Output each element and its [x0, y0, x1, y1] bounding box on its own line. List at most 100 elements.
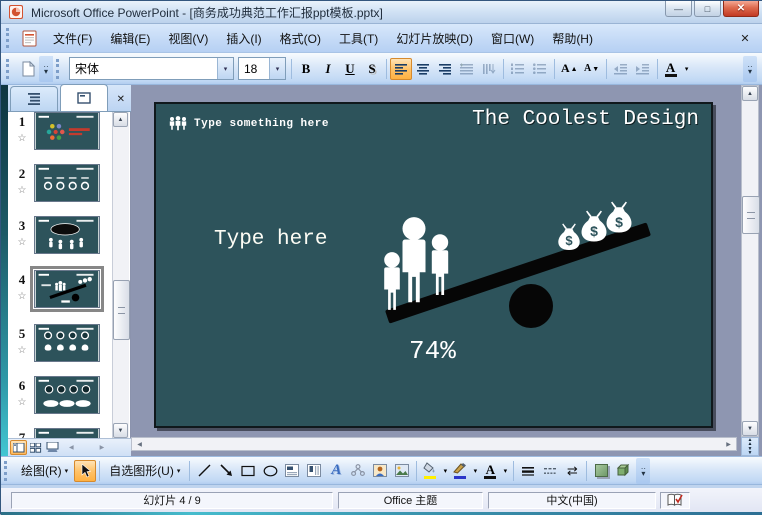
font-color-button[interactable]: A [661, 58, 681, 80]
menu-edit[interactable]: 编辑(E) [101, 26, 159, 51]
seesaw-graphic[interactable]: $ $ $ [156, 104, 715, 430]
chevron-down-icon[interactable]: ▾ [269, 58, 285, 79]
select-objects-button[interactable] [74, 460, 96, 482]
scroll-right-icon[interactable]: ▶ [721, 438, 736, 450]
text-box-button[interactable] [281, 460, 303, 482]
line-style-button[interactable] [517, 460, 539, 482]
slide-thumbnail-2[interactable] [34, 164, 100, 202]
close-button[interactable]: ✕ [723, 1, 759, 17]
underline-button[interactable]: U [339, 58, 361, 80]
thumbnail-row-7[interactable]: 7☆ [10, 428, 100, 438]
restore-button[interactable]: □ [694, 1, 721, 17]
text-shadow-button[interactable]: S [361, 58, 383, 80]
arrow-style-button[interactable]: ⇄ [561, 460, 583, 482]
toolbar-drag-handle[interactable] [6, 28, 14, 48]
toolbar-drag-handle[interactable] [56, 59, 64, 79]
editor-hscrollbar[interactable]: ◀ ▶ [131, 437, 737, 451]
slide-thumbnail-7[interactable] [34, 428, 100, 438]
thumbnail-row-6[interactable]: 6☆ [10, 376, 100, 414]
distribute-text-button[interactable] [456, 58, 478, 80]
insert-diagram-button[interactable] [347, 460, 369, 482]
thumbnail-row-4[interactable]: 4☆ [10, 270, 100, 308]
font-size-combo[interactable]: 18 ▾ [238, 57, 286, 80]
autoshapes-menu-button[interactable]: 自选图形(U)▾ [103, 459, 186, 482]
menu-window[interactable]: 窗口(W) [482, 26, 543, 51]
slide-thumbnail-4-selected[interactable] [34, 270, 100, 308]
insert-clipart-button[interactable] [369, 460, 391, 482]
scroll-left-icon[interactable]: ◀ [69, 444, 74, 451]
slideshow-view-button[interactable] [44, 440, 61, 455]
menu-tools[interactable]: 工具(T) [330, 26, 387, 51]
insert-picture-button[interactable] [391, 460, 413, 482]
menu-insert[interactable]: 插入(I) [217, 26, 270, 51]
align-right-button[interactable] [434, 58, 456, 80]
slide-thumbnail-1[interactable] [34, 112, 100, 150]
theme-indicator[interactable]: Office 主题 [338, 492, 483, 509]
editor-vscrollbar[interactable]: ▲ ▼ [741, 85, 759, 437]
font-name-combo[interactable]: 宋体 ▾ [69, 57, 234, 80]
percent-label[interactable]: 74% [409, 336, 456, 366]
panel-scrollbar[interactable]: ▲ ▼ [112, 112, 129, 438]
scroll-down-icon[interactable]: ▼ [113, 423, 128, 438]
align-left-button[interactable] [390, 58, 412, 80]
shadow-style-button[interactable] [590, 460, 612, 482]
draw-font-color-button[interactable]: A [480, 460, 500, 482]
minimize-button[interactable]: — [665, 1, 692, 17]
slide-thumbnail-5[interactable] [34, 324, 100, 362]
scroll-up-icon[interactable]: ▲ [113, 112, 128, 127]
line-color-dropdown[interactable]: ▾ [470, 460, 480, 482]
line-color-button[interactable] [450, 460, 470, 482]
slide-canvas[interactable]: Type something here The Coolest Design T… [154, 102, 713, 428]
decrease-indent-button[interactable] [610, 58, 632, 80]
vertical-text-box-button[interactable] [303, 460, 325, 482]
bold-button[interactable]: B [295, 58, 317, 80]
formatting-toolbar-options-button[interactable]: ··▾ [743, 56, 757, 82]
menu-slideshow[interactable]: 幻灯片放映(D) [387, 26, 482, 51]
panel-close-icon[interactable]: ✕ [117, 94, 129, 111]
scroll-left-icon[interactable]: ◀ [132, 438, 147, 450]
align-center-button[interactable] [412, 58, 434, 80]
slide-thumbnail-3[interactable] [34, 216, 100, 254]
oval-tool-button[interactable] [259, 460, 281, 482]
editor-scrollbar-thumb[interactable] [742, 196, 760, 234]
3d-style-button[interactable] [612, 460, 634, 482]
increase-font-size-button[interactable]: A▲ [558, 58, 581, 80]
thumbnail-row-5[interactable]: 5☆ [10, 324, 100, 362]
scroll-right-icon[interactable]: ▶ [100, 444, 105, 451]
increase-indent-button[interactable] [632, 58, 654, 80]
thumbnail-row-3[interactable]: 3☆ [10, 216, 100, 254]
standard-toolbar-overflow-button[interactable]: ··▾ [39, 56, 53, 82]
spellcheck-status[interactable] [660, 492, 690, 509]
titlebar[interactable]: Microsoft Office PowerPoint - [商务成功典范工作汇… [1, 1, 762, 24]
dash-style-button[interactable] [539, 460, 561, 482]
font-color-dropdown[interactable]: ▾ [681, 58, 693, 80]
scroll-down-icon[interactable]: ▼ [742, 421, 758, 436]
line-tool-button[interactable] [193, 460, 215, 482]
decrease-font-size-button[interactable]: A▼ [581, 58, 603, 80]
toolbar-drag-handle[interactable] [6, 59, 14, 79]
document-close-icon[interactable]: ✕ [737, 32, 761, 45]
panel-scrollbar-thumb[interactable] [113, 280, 130, 340]
menu-file[interactable]: 文件(F) [44, 26, 101, 51]
bullet-list-button[interactable] [529, 58, 551, 80]
normal-view-button[interactable] [10, 440, 27, 455]
menu-format[interactable]: 格式(O) [271, 26, 330, 51]
thumbnail-row-1[interactable]: 1☆ [10, 112, 100, 150]
panel-hscrollbar[interactable]: ◀ ▶ [69, 444, 104, 451]
scroll-up-icon[interactable]: ▲ [742, 86, 758, 101]
tab-slides[interactable] [60, 84, 108, 111]
slide-sorter-view-button[interactable] [27, 440, 44, 455]
language-indicator[interactable]: 中文(中国) [488, 492, 656, 509]
text-direction-button[interactable] [478, 58, 500, 80]
tab-outline[interactable] [10, 86, 58, 111]
new-document-icon-button[interactable] [17, 58, 39, 80]
wordart-button[interactable]: A [325, 460, 347, 482]
numbered-list-button[interactable] [507, 58, 529, 80]
fill-color-button[interactable] [420, 460, 440, 482]
arrow-tool-button[interactable] [215, 460, 237, 482]
next-slide-button[interactable]: ▼▼ [742, 447, 758, 456]
chevron-down-icon[interactable]: ▾ [217, 58, 233, 79]
rectangle-tool-button[interactable] [237, 460, 259, 482]
thumbnail-row-2[interactable]: 2☆ [10, 164, 100, 202]
menu-view[interactable]: 视图(V) [159, 26, 217, 51]
